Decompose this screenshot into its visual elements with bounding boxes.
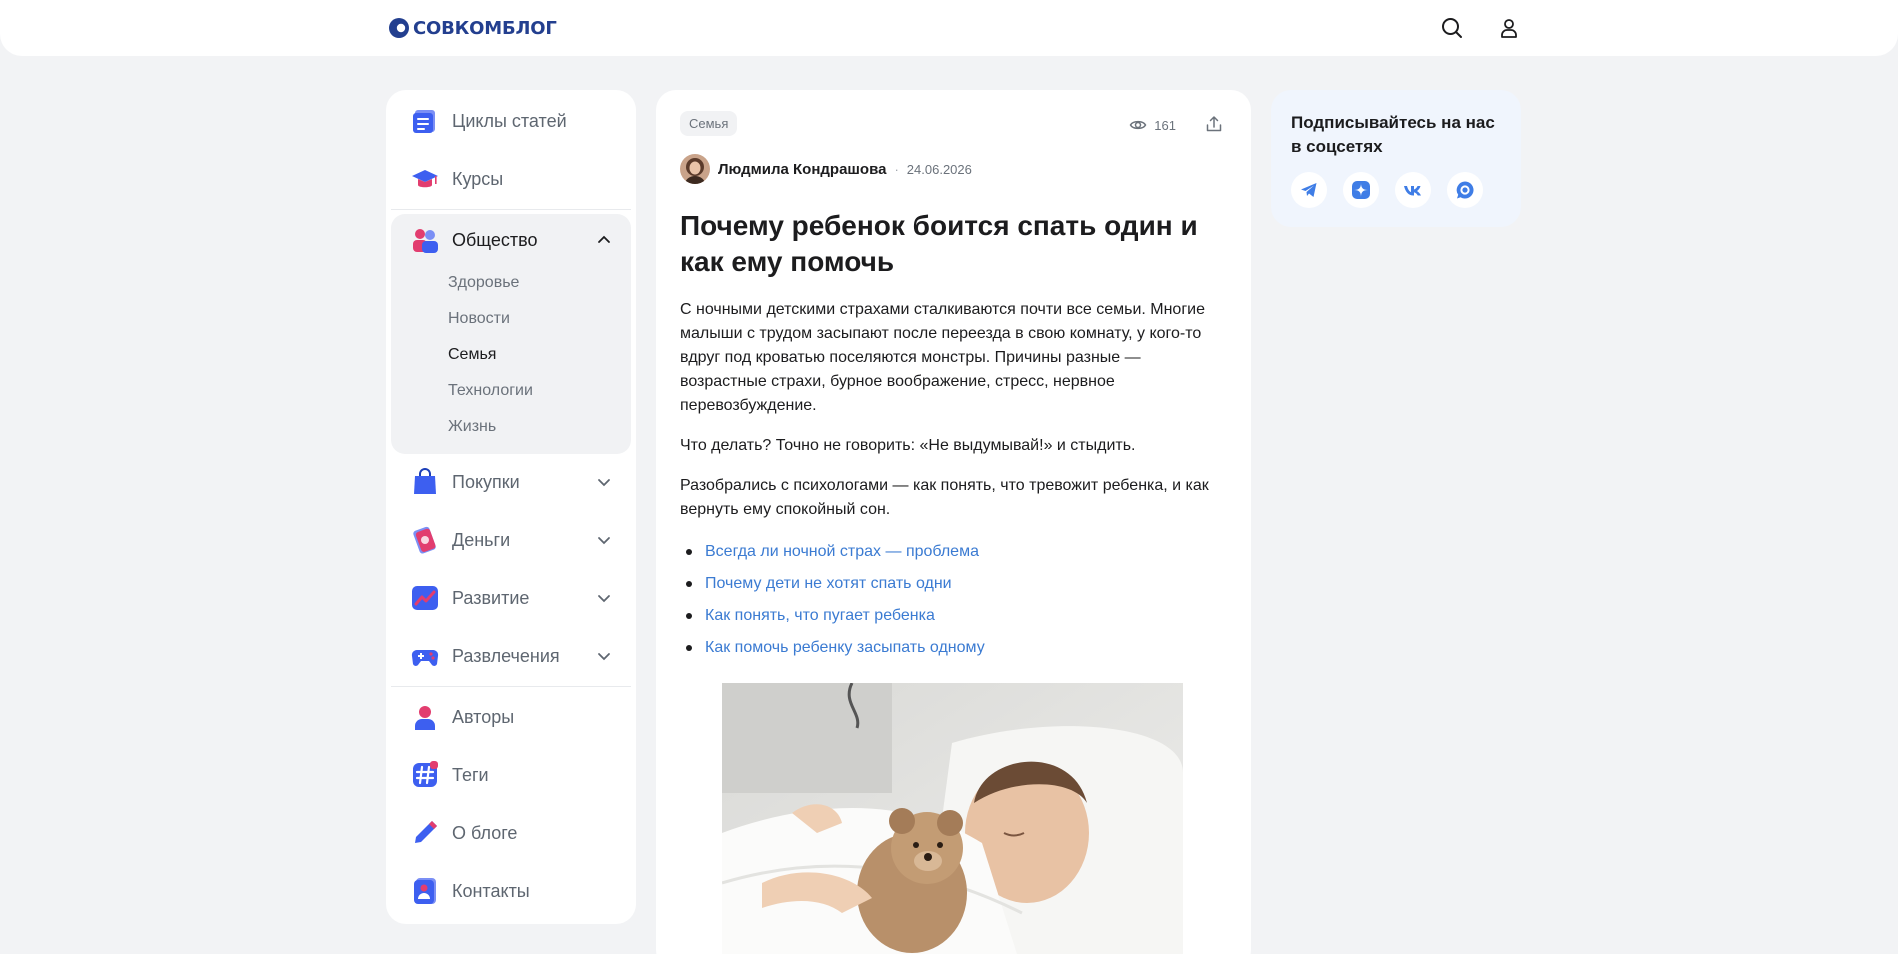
sidebar-item-label: Развлечения — [452, 645, 560, 666]
chevron-down-icon — [598, 653, 610, 661]
author-line: Людмила Кондрашова · 24.06.2026 — [680, 154, 972, 184]
chevron-down-icon — [598, 537, 610, 545]
max-button[interactable] — [1447, 172, 1483, 208]
sidebar-divider — [391, 686, 631, 687]
gamepad-icon — [411, 649, 439, 666]
sidebar-item-label: О блоге — [452, 822, 518, 843]
user-icon[interactable] — [1497, 16, 1521, 40]
sidebar-item-label: Курсы — [452, 168, 504, 189]
card-icon — [413, 526, 436, 554]
sidebar-item-tags[interactable]: Теги — [410, 760, 489, 790]
vk-icon — [1404, 186, 1421, 196]
dzen-button[interactable] — [1343, 172, 1379, 208]
eye-icon — [1129, 120, 1147, 130]
share-icon[interactable] — [1205, 115, 1223, 133]
view-counter: 161 — [1129, 116, 1176, 134]
articles-icon — [413, 110, 435, 133]
sidebar-nav: Циклы статей Курсы Общество Здоровье Нов… — [386, 90, 636, 924]
sidebar-divider — [391, 209, 631, 210]
shopping-bag-icon — [414, 468, 436, 494]
pencil-icon — [415, 821, 437, 843]
sidebar-item-money[interactable]: Деньги — [410, 525, 612, 555]
people-icon — [413, 229, 438, 253]
sidebar-subitem-news[interactable]: Новости — [448, 310, 510, 328]
hashtag-icon — [413, 761, 438, 787]
logo-text: СОВКОМБЛОГ — [413, 17, 557, 39]
search-icon[interactable] — [1440, 16, 1464, 40]
dzen-icon — [1352, 181, 1370, 199]
graduation-cap-icon — [412, 170, 438, 188]
article-paragraph: С ночными детскими страхами сталкиваются… — [680, 301, 1205, 414]
article-card: Семья 161 Людмила Кондрашова · 24.06.202… — [656, 90, 1251, 954]
sidebar-item-authors[interactable]: Авторы — [410, 702, 514, 732]
avatar[interactable] — [680, 154, 710, 184]
article-paragraph: Что делать? Точно не говорить: «Не выдум… — [680, 437, 1136, 454]
article-tag[interactable]: Семья — [680, 111, 738, 136]
sidebar-subitem-technology[interactable]: Технологии — [448, 382, 533, 400]
author-name[interactable]: Людмила Кондрашова — [718, 161, 886, 178]
sidebar-item-society[interactable]: Общество — [410, 225, 612, 255]
telegram-icon — [1301, 183, 1317, 197]
toc-link[interactable]: Как понять, что пугает ребенка — [680, 600, 985, 632]
publish-date: 24.06.2026 — [906, 161, 972, 177]
growth-chart-icon — [412, 586, 438, 610]
sidebar-item-label: Покупки — [452, 471, 520, 492]
vk-button[interactable] — [1395, 172, 1431, 208]
site-logo[interactable]: СОВКОМБЛОГ — [388, 17, 557, 39]
sidebar-item-label: Деньги — [452, 529, 511, 550]
max-messenger-icon — [1456, 181, 1474, 199]
sidebar-subitem-life[interactable]: Жизнь — [448, 418, 496, 436]
sidebar-item-label: Авторы — [452, 706, 515, 727]
sidebar-item-about[interactable]: О блоге — [410, 818, 517, 848]
sidebar-item-development[interactable]: Развитие — [410, 583, 612, 613]
person-icon — [415, 706, 435, 730]
toc-link[interactable]: Почему дети не хотят спать одни — [680, 568, 985, 600]
sidebar-subitem-health[interactable]: Здоровье — [448, 274, 519, 292]
table-of-contents: Всегда ли ночной страх — проблема Почему… — [680, 536, 985, 664]
chevron-up-icon — [598, 235, 610, 243]
sidebar-item-label: Общество — [452, 229, 538, 250]
contacts-icon — [414, 878, 436, 904]
article-paragraph: Разобрались с психологами — как понять, … — [680, 477, 1209, 518]
article-photo-child-sleeping — [722, 683, 1183, 954]
separator-dot: · — [894, 161, 899, 177]
sidebar-item-label: Теги — [452, 764, 489, 785]
sidebar-item-entertainment[interactable]: Развлечения — [410, 641, 612, 671]
toc-link[interactable]: Как помочь ребенку засыпать одному — [680, 632, 985, 664]
sidebar-item-series[interactable]: Циклы статей — [410, 106, 567, 136]
sidebar-item-label: Контакты — [452, 880, 530, 901]
chevron-down-icon — [598, 595, 610, 603]
article-title: Почему ребенок боится спать один и как е… — [680, 210, 1198, 277]
sidebar-subitem-family[interactable]: Семья — [448, 346, 496, 364]
chevron-down-icon — [598, 479, 610, 487]
sidebar-item-courses[interactable]: Курсы — [410, 164, 503, 194]
sidebar-item-contacts[interactable]: Контакты — [410, 876, 530, 906]
toc-link[interactable]: Всегда ли ночной страх — проблема — [680, 536, 985, 568]
site-header: СОВКОМБЛОГ — [0, 0, 1898, 56]
social-card: Подписывайтесь на нас в соцсетях — [1271, 90, 1521, 227]
social-title: Подписывайтесь на нас в соцсетях — [1291, 113, 1495, 156]
logo-icon — [389, 18, 409, 38]
sidebar-item-shopping[interactable]: Покупки — [410, 467, 612, 497]
sidebar-item-label: Циклы статей — [452, 110, 567, 131]
sidebar-item-label: Развитие — [452, 587, 530, 608]
view-count: 161 — [1154, 117, 1176, 133]
telegram-button[interactable] — [1291, 172, 1327, 208]
